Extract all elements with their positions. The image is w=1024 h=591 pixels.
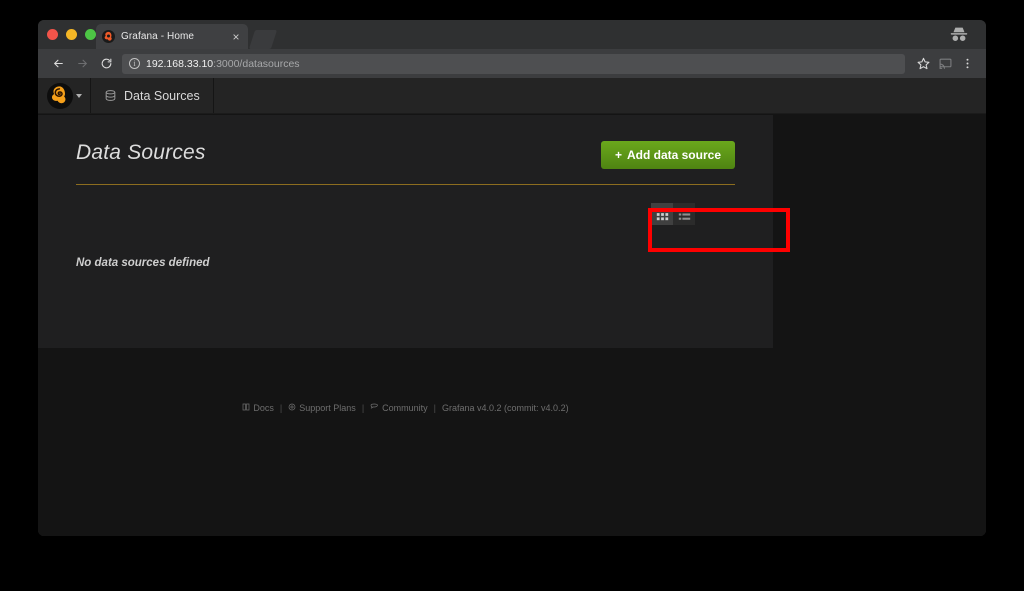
browser-window: Grafana - Home × i 192.168.33.10:3000/da… xyxy=(38,20,986,536)
book-icon xyxy=(242,403,250,413)
footer-support-label: Support Plans xyxy=(299,403,356,413)
navbar-section-data-sources[interactable]: Data Sources xyxy=(91,78,214,113)
forward-arrow-icon[interactable] xyxy=(70,52,94,76)
grafana-page: Data Sources Data Sources + Add data sou… xyxy=(38,78,986,536)
three-dot-menu-icon[interactable] xyxy=(956,53,978,75)
tab-title: Grafana - Home xyxy=(121,31,195,42)
new-tab-icon[interactable] xyxy=(248,30,278,49)
footer-link-support-plans[interactable]: Support Plans xyxy=(288,403,356,413)
list-view-icon[interactable] xyxy=(673,203,695,225)
reload-icon[interactable] xyxy=(94,52,118,76)
browser-toolbar: i 192.168.33.10:3000/datasources xyxy=(38,49,986,78)
page-header: Data Sources + Add data source xyxy=(76,141,735,183)
cast-icon[interactable] xyxy=(934,53,956,75)
grafana-logo-icon xyxy=(102,30,115,43)
grafana-footer: Docs | Support Plans | Community | Grafa… xyxy=(38,403,773,413)
star-icon[interactable] xyxy=(912,53,934,75)
close-window-button[interactable] xyxy=(47,29,58,40)
empty-state-message: No data sources defined xyxy=(76,257,210,269)
grafana-navbar: Data Sources xyxy=(38,78,986,114)
add-data-source-button[interactable]: + Add data source xyxy=(600,141,735,169)
footer-separator: | xyxy=(361,403,365,413)
browser-tab-strip: Grafana - Home × xyxy=(38,20,986,49)
browser-tab[interactable]: Grafana - Home × xyxy=(96,24,248,49)
chevron-down-icon xyxy=(75,93,82,98)
grid-view-icon[interactable] xyxy=(651,203,673,225)
data-sources-panel: Data Sources + Add data source No data s… xyxy=(38,115,773,348)
plus-icon: + xyxy=(614,148,622,162)
footer-docs-label: Docs xyxy=(253,403,274,413)
database-icon xyxy=(104,89,117,102)
info-icon[interactable]: i xyxy=(129,58,140,69)
footer-separator: | xyxy=(433,403,437,413)
url-host: 192.168.33.10 xyxy=(146,57,214,70)
url-path: :3000/datasources xyxy=(213,57,300,70)
footer-version: Grafana v4.0.2 (commit: v4.0.2) xyxy=(442,403,569,413)
window-traffic-lights xyxy=(47,29,96,40)
gear-icon xyxy=(288,403,296,413)
url-text: 192.168.33.10:3000/datasources xyxy=(146,58,300,70)
add-data-source-label: Add data source xyxy=(626,148,721,162)
comment-icon xyxy=(370,403,379,413)
view-mode-toggle xyxy=(76,203,735,225)
incognito-icon[interactable] xyxy=(948,24,970,46)
grafana-brand-menu[interactable] xyxy=(38,78,91,113)
footer-community-label: Community xyxy=(382,403,428,413)
back-arrow-icon[interactable] xyxy=(46,52,70,76)
footer-link-community[interactable]: Community xyxy=(370,403,428,413)
minimize-window-button[interactable] xyxy=(66,29,77,40)
maximize-window-button[interactable] xyxy=(85,29,96,40)
footer-link-docs[interactable]: Docs xyxy=(242,403,274,413)
grafana-logo-icon xyxy=(46,82,73,109)
address-bar[interactable]: i 192.168.33.10:3000/datasources xyxy=(122,53,905,74)
page-title: Data Sources xyxy=(76,141,206,164)
navbar-section-label: Data Sources xyxy=(124,88,200,103)
title-divider xyxy=(76,184,735,185)
close-icon[interactable]: × xyxy=(230,31,242,43)
footer-separator: | xyxy=(279,403,283,413)
